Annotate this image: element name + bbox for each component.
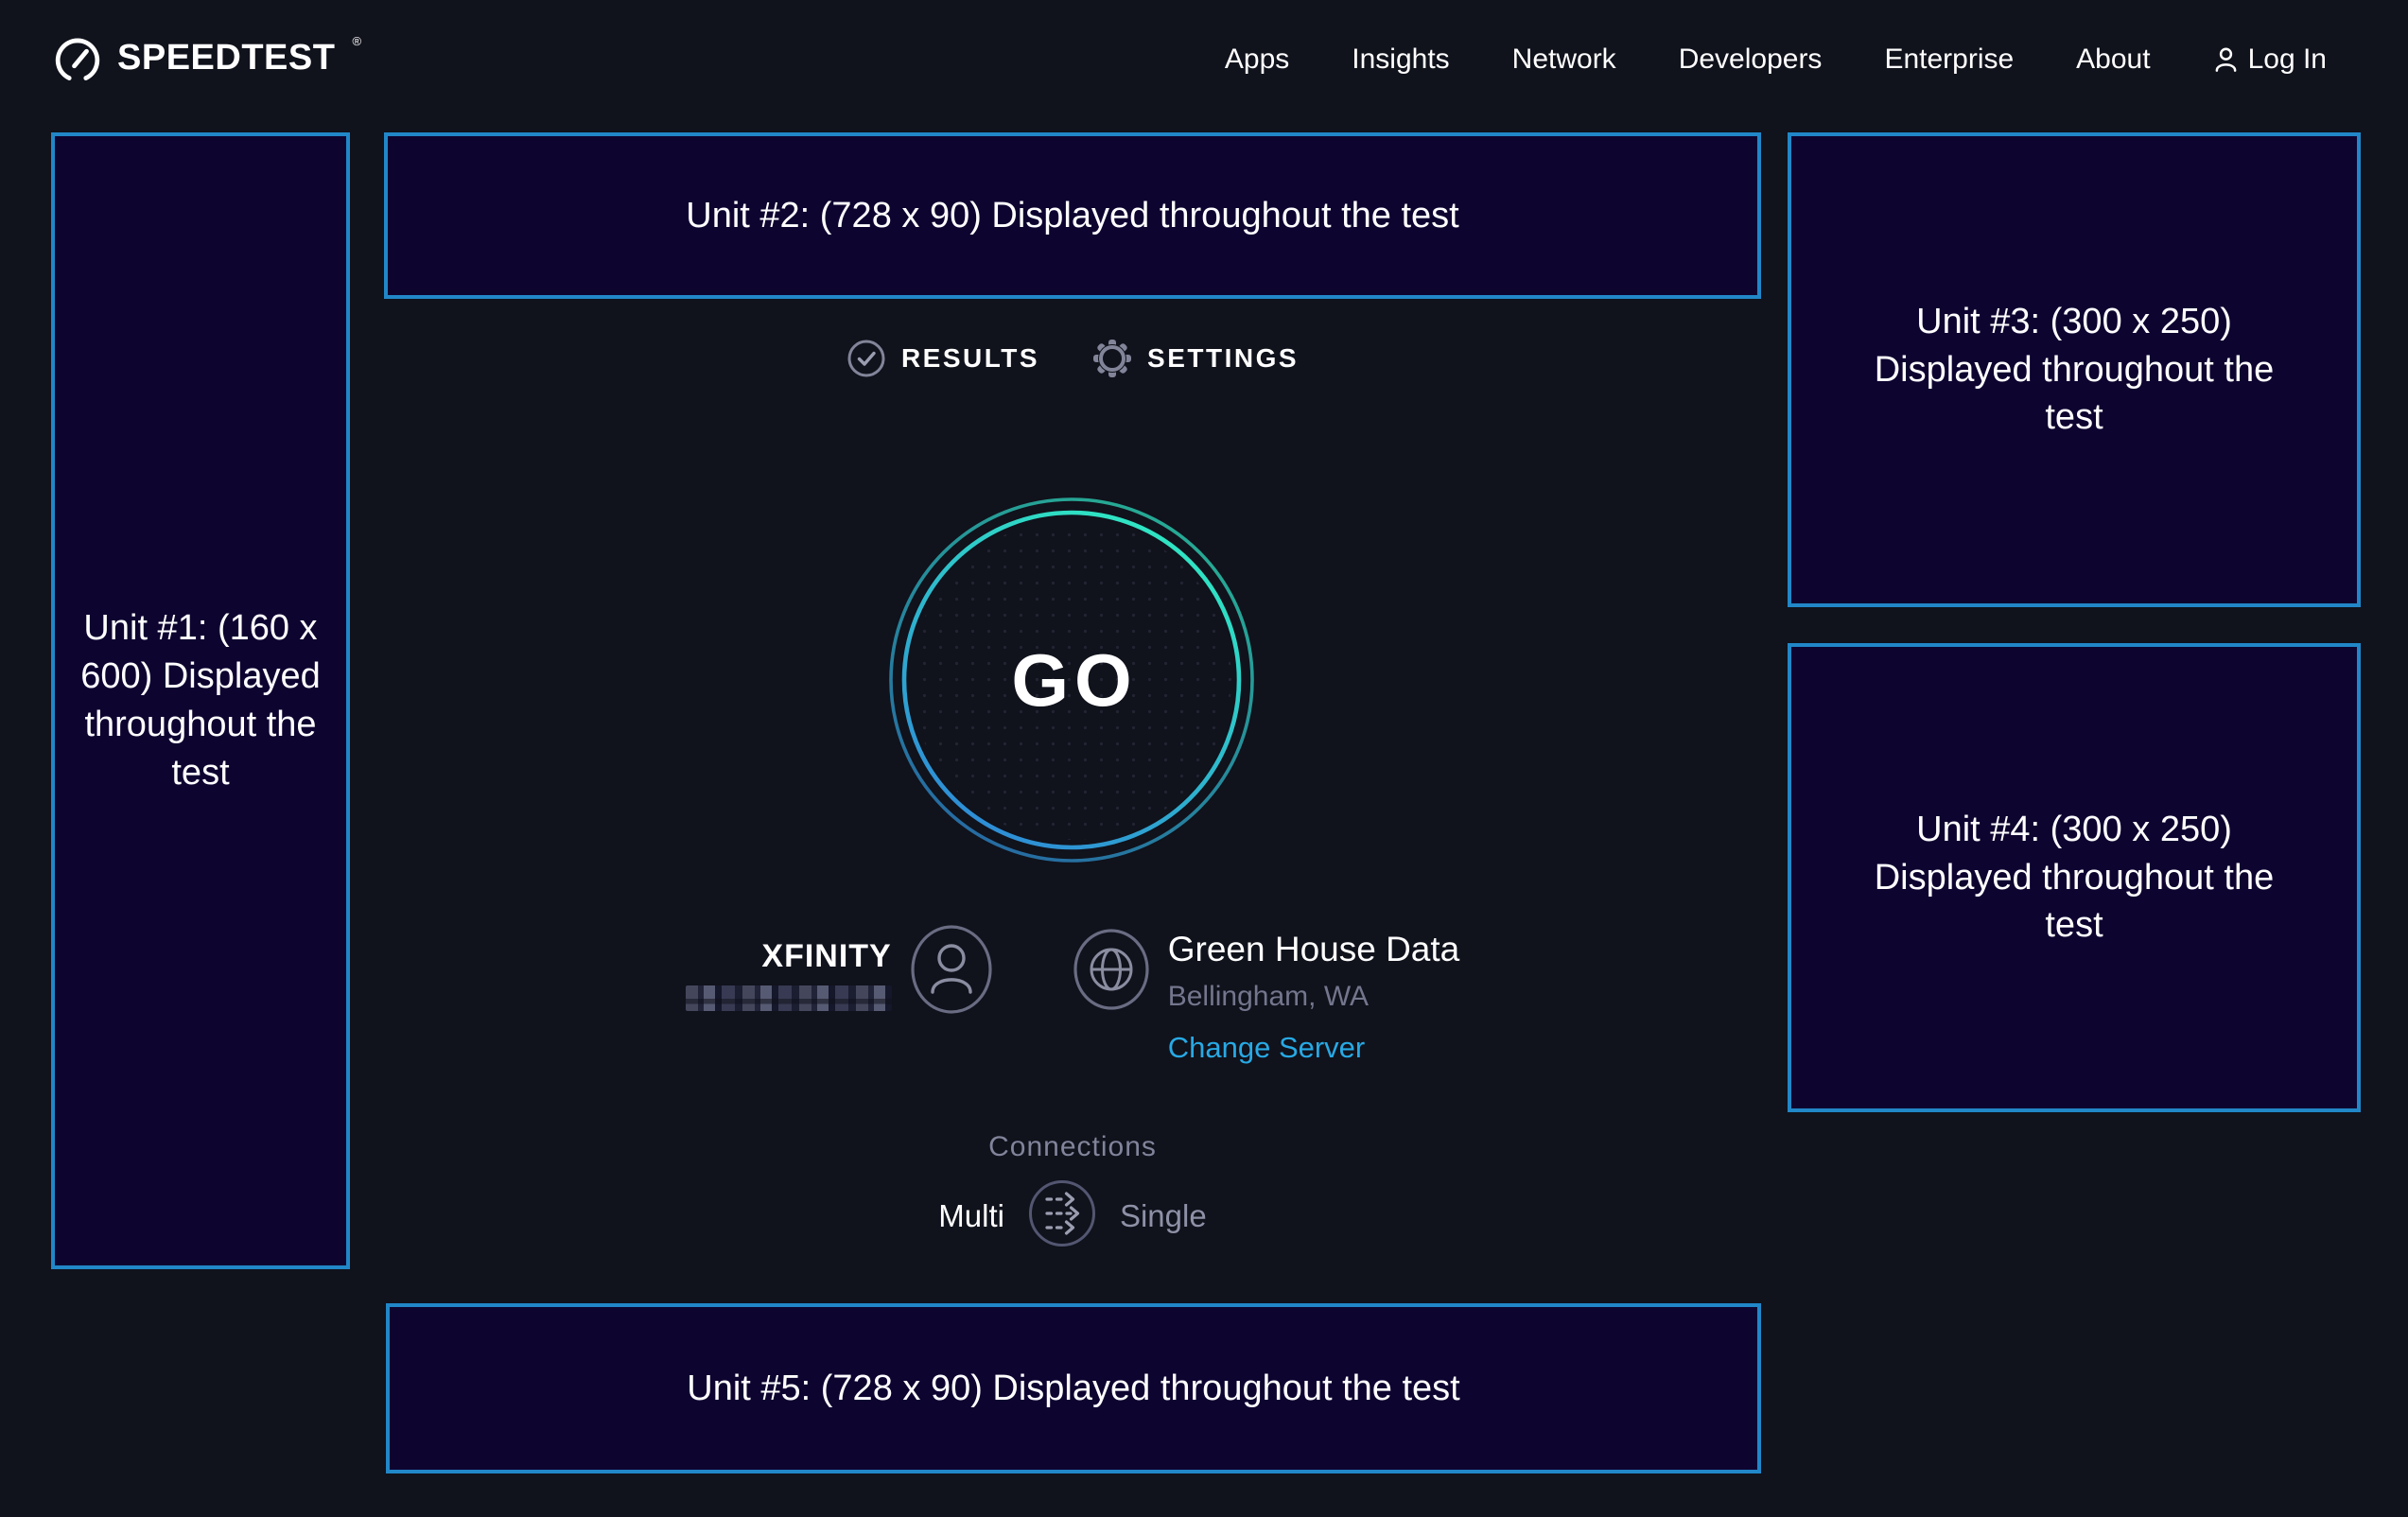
logo-text: SPEEDTEST — [117, 32, 335, 83]
speedtest-logo[interactable]: SPEEDTEST ® — [53, 32, 361, 88]
user-icon — [2213, 45, 2239, 74]
isp-name: XFINITY — [761, 938, 891, 974]
tab-results[interactable]: RESULTS — [846, 339, 1039, 378]
ad-unit-5-label: Unit #5: (728 x 90) Displayed throughout… — [687, 1365, 1459, 1413]
connections-section: Connections Multi Single — [384, 1131, 1761, 1253]
nav-network[interactable]: Network — [1512, 44, 1616, 76]
ip-address-redacted — [686, 985, 892, 1011]
speedtest-page: SPEEDTEST ® Apps Insights Network Develo… — [0, 0, 2408, 1517]
nav-developers[interactable]: Developers — [1679, 44, 1823, 76]
speedometer-icon — [53, 34, 102, 88]
logo-trademark: ® — [352, 32, 361, 51]
ad-unit-3[interactable]: Unit #3: (300 x 250) Displayed throughou… — [1788, 132, 2361, 607]
ad-unit-3-label: Unit #3: (300 x 250) Displayed throughou… — [1852, 298, 2296, 443]
check-circle-icon — [846, 339, 886, 378]
nav-about[interactable]: About — [2076, 44, 2150, 76]
multi-stream-arrows-icon[interactable] — [1027, 1178, 1097, 1253]
nav-insights[interactable]: Insights — [1352, 44, 1449, 76]
host-server-row: XFINITY Green House Data Bellingham, WA … — [384, 923, 1761, 1065]
nav-apps[interactable]: Apps — [1225, 44, 1289, 76]
ad-unit-2[interactable]: Unit #2: (728 x 90) Displayed throughout… — [384, 132, 1761, 299]
ad-unit-2-label: Unit #2: (728 x 90) Displayed throughout… — [686, 192, 1458, 240]
tab-results-label: RESULTS — [901, 343, 1039, 374]
go-button[interactable]: GO — [887, 496, 1256, 864]
server-location: Bellingham, WA — [1168, 980, 1369, 1014]
ad-unit-1[interactable]: Unit #1: (160 x 600) Displayed throughou… — [51, 132, 350, 1269]
connections-single-option[interactable]: Single — [1120, 1198, 1207, 1234]
ad-unit-5[interactable]: Unit #5: (728 x 90) Displayed throughout… — [386, 1303, 1761, 1473]
globe-circle-icon — [1072, 928, 1151, 1016]
nav-enterprise[interactable]: Enterprise — [1884, 44, 2014, 76]
server-name: Green House Data — [1168, 929, 1460, 970]
login-label: Log In — [2248, 44, 2327, 76]
tabs-row: RESULTS SETTINGS — [384, 339, 1761, 378]
login-button[interactable]: Log In — [2213, 44, 2327, 76]
top-nav-bar: SPEEDTEST ® Apps Insights Network Develo… — [0, 0, 2408, 119]
isp-block: XFINITY — [686, 938, 892, 1011]
go-label: GO — [887, 496, 1256, 864]
change-server-link[interactable]: Change Server — [1168, 1031, 1366, 1065]
main-nav: Apps Insights Network Developers Enterpr… — [1225, 44, 2327, 76]
gear-icon — [1092, 339, 1132, 378]
person-circle-icon — [909, 923, 994, 1020]
connections-multi-option[interactable]: Multi — [938, 1198, 1004, 1234]
tab-settings[interactable]: SETTINGS — [1092, 339, 1299, 378]
connections-toggle-row: Multi Single — [938, 1178, 1206, 1253]
ad-unit-4[interactable]: Unit #4: (300 x 250) Displayed throughou… — [1788, 643, 2361, 1112]
connections-title: Connections — [988, 1131, 1157, 1163]
ad-unit-1-label: Unit #1: (160 x 600) Displayed throughou… — [77, 604, 324, 797]
ad-unit-4-label: Unit #4: (300 x 250) Displayed throughou… — [1852, 806, 2296, 950]
tab-settings-label: SETTINGS — [1147, 343, 1299, 374]
server-block: Green House Data Bellingham, WA Change S… — [1168, 923, 1460, 1065]
